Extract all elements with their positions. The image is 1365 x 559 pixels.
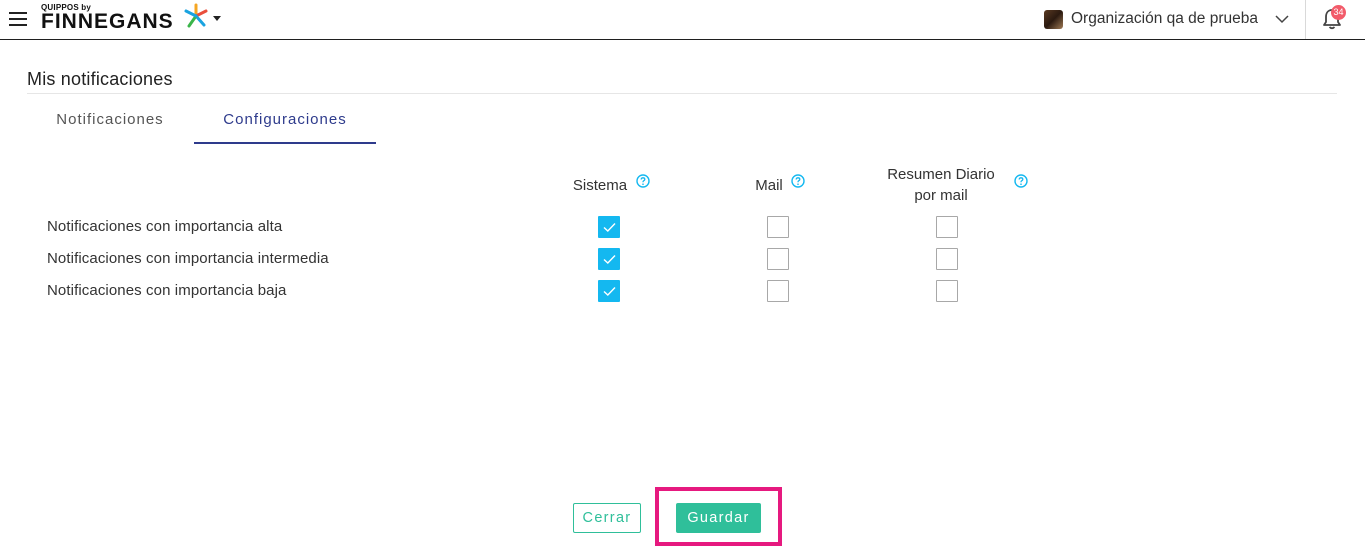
caret-down-icon[interactable]	[213, 16, 221, 21]
organization-name: Organización qa de prueba	[1071, 10, 1258, 27]
header-divider	[1305, 0, 1306, 39]
logo-title: FINNEGANS	[41, 10, 174, 33]
checkbox-intermedia-mail[interactable]	[767, 248, 789, 270]
help-icon[interactable]	[1014, 174, 1028, 188]
checkmark-icon	[603, 255, 616, 264]
notification-count-badge: 34	[1331, 5, 1346, 20]
checkmark-icon	[603, 287, 616, 296]
column-header-mail: Mail	[755, 177, 783, 194]
checkbox-baja-resumen-diario[interactable]	[936, 280, 958, 302]
checkbox-intermedia-resumen-diario[interactable]	[936, 248, 958, 270]
organization-selector[interactable]: Organización qa de prueba	[1044, 7, 1290, 31]
checkbox-alta-resumen-diario[interactable]	[936, 216, 958, 238]
checkbox-baja-mail[interactable]	[767, 280, 789, 302]
checkmark-icon	[603, 223, 616, 232]
save-button[interactable]: Guardar	[676, 503, 761, 533]
help-icon[interactable]	[636, 174, 650, 188]
tab-configuraciones[interactable]: Configuraciones	[194, 104, 376, 144]
checkbox-intermedia-sistema[interactable]	[598, 248, 620, 270]
menu-icon[interactable]	[9, 12, 27, 26]
finnegans-star-icon	[184, 3, 208, 28]
column-header-resumen-diario: Resumen Diario por mail	[887, 166, 995, 204]
row-label-intermedia: Notificaciones con importancia intermedi…	[47, 250, 329, 267]
top-bar: QUIPPOS by FINNEGANS Organización qa de …	[0, 0, 1365, 40]
column-header-sistema: Sistema	[572, 177, 628, 194]
page-title: Mis notificaciones	[27, 69, 173, 89]
row-label-baja: Notificaciones con importancia baja	[47, 282, 287, 299]
checkbox-baja-sistema[interactable]	[598, 280, 620, 302]
row-label-alta: Notificaciones con importancia alta	[47, 218, 283, 235]
tab-notificaciones[interactable]: Notificaciones	[30, 104, 190, 144]
checkbox-alta-sistema[interactable]	[598, 216, 620, 238]
checkbox-alta-mail[interactable]	[767, 216, 789, 238]
app-logo[interactable]: QUIPPOS by FINNEGANS	[41, 3, 221, 35]
organization-avatar	[1044, 9, 1063, 29]
close-button[interactable]: Cerrar	[573, 503, 641, 533]
help-icon[interactable]	[791, 174, 805, 188]
title-divider	[27, 93, 1337, 94]
chevron-down-icon[interactable]	[1274, 11, 1290, 27]
